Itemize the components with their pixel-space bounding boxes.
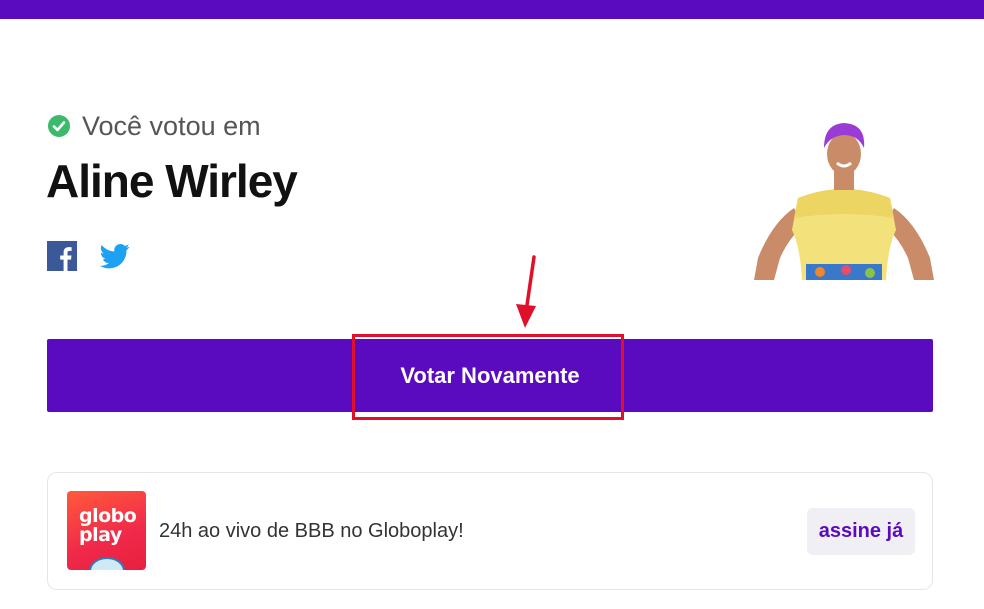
check-circle-icon (48, 115, 70, 137)
vote-again-button[interactable]: Votar Novamente (47, 339, 933, 412)
share-buttons (47, 241, 131, 271)
mascot-icon (89, 557, 125, 570)
annotation-arrow-icon (516, 255, 536, 328)
vote-result-page: Você votou em Aline Wirley Votar Novamen… (0, 0, 984, 609)
vote-confirmation: Você votou em (47, 110, 261, 142)
candidate-name: Aline Wirley (46, 155, 298, 207)
vote-again-label: Votar Novamente (400, 363, 580, 388)
globoplay-logo-text: globo play (79, 505, 137, 546)
twitter-icon[interactable] (99, 241, 131, 271)
globoplay-logo: globo play (67, 491, 146, 570)
top-header-bar (0, 0, 984, 19)
globoplay-promo-card: globo play 24h ao vivo de BBB no Globopl… (47, 472, 933, 590)
subscribe-button[interactable]: assine já (807, 508, 915, 555)
promo-text: 24h ao vivo de BBB no Globoplay! (159, 520, 464, 542)
facebook-icon[interactable] (47, 241, 77, 271)
vote-confirmation-label: Você votou em (82, 111, 261, 141)
candidate-photo (754, 118, 934, 280)
